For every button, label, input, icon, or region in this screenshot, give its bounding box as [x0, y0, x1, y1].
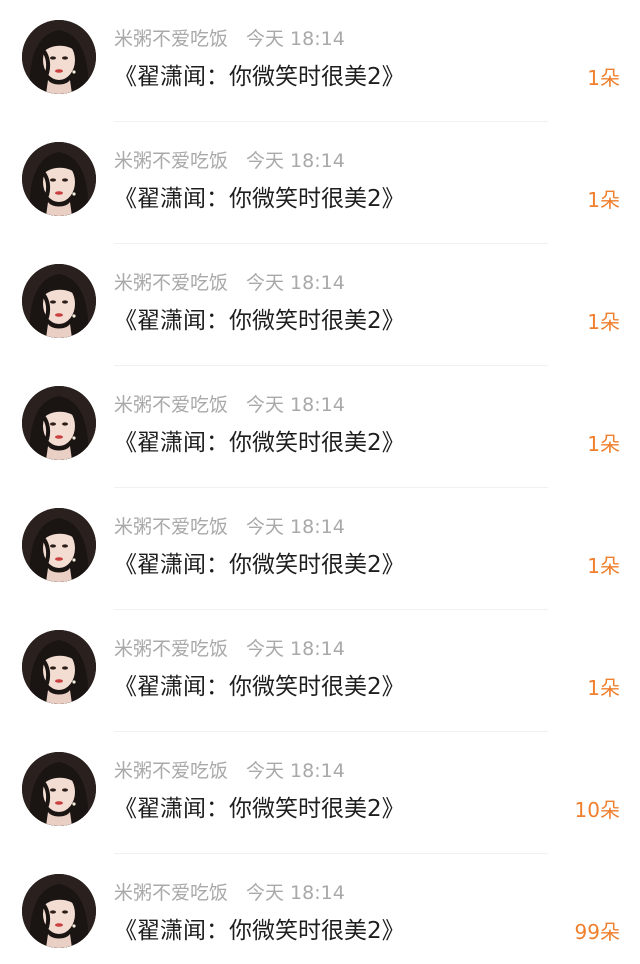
user-name[interactable]: 米粥不爱吃饭: [114, 150, 228, 172]
timestamp: 今天 18:14: [246, 150, 345, 172]
item-meta: 米粥不爱吃饭 今天 18:14: [114, 271, 345, 295]
flower-count: 1朵: [587, 66, 620, 90]
flower-count: 1朵: [587, 188, 620, 212]
list-item[interactable]: 米粥不爱吃饭 今天 18:14 《翟潇闻：你微笑时很美2》 99朵: [0, 854, 640, 964]
item-title[interactable]: 《翟潇闻：你微笑时很美2》: [114, 304, 405, 338]
avatar-image: [22, 20, 96, 94]
list-item[interactable]: 米粥不爱吃饭 今天 18:14 《翟潇闻：你微笑时很美2》 1朵: [0, 244, 640, 366]
item-title[interactable]: 《翟潇闻：你微笑时很美2》: [114, 792, 405, 826]
item-meta: 米粥不爱吃饭 今天 18:14: [114, 149, 345, 173]
item-title[interactable]: 《翟潇闻：你微笑时很美2》: [114, 60, 405, 94]
timestamp: 今天 18:14: [246, 516, 345, 538]
timestamp: 今天 18:14: [246, 394, 345, 416]
avatar-image: [22, 874, 96, 948]
user-name[interactable]: 米粥不爱吃饭: [114, 882, 228, 904]
avatar[interactable]: [22, 386, 96, 460]
list-item[interactable]: 米粥不爱吃饭 今天 18:14 《翟潇闻：你微笑时很美2》 1朵: [0, 366, 640, 488]
item-meta: 米粥不爱吃饭 今天 18:14: [114, 393, 345, 417]
avatar-image: [22, 630, 96, 704]
flower-count: 1朵: [587, 432, 620, 456]
timestamp: 今天 18:14: [246, 882, 345, 904]
avatar[interactable]: [22, 20, 96, 94]
user-name[interactable]: 米粥不爱吃饭: [114, 394, 228, 416]
avatar[interactable]: [22, 874, 96, 948]
user-name[interactable]: 米粥不爱吃饭: [114, 516, 228, 538]
item-title[interactable]: 《翟潇闻：你微笑时很美2》: [114, 182, 405, 216]
avatar-image: [22, 508, 96, 582]
item-title[interactable]: 《翟潇闻：你微笑时很美2》: [114, 426, 405, 460]
timestamp: 今天 18:14: [246, 272, 345, 294]
item-title[interactable]: 《翟潇闻：你微笑时很美2》: [114, 914, 405, 948]
flower-count: 1朵: [587, 676, 620, 700]
item-title[interactable]: 《翟潇闻：你微笑时很美2》: [114, 670, 405, 704]
flower-count: 1朵: [587, 554, 620, 578]
item-meta: 米粥不爱吃饭 今天 18:14: [114, 515, 345, 539]
list-item[interactable]: 米粥不爱吃饭 今天 18:14 《翟潇闻：你微笑时很美2》 1朵: [0, 488, 640, 610]
avatar-image: [22, 264, 96, 338]
avatar-image: [22, 142, 96, 216]
avatar[interactable]: [22, 264, 96, 338]
user-name[interactable]: 米粥不爱吃饭: [114, 638, 228, 660]
avatar-image: [22, 386, 96, 460]
user-name[interactable]: 米粥不爱吃饭: [114, 28, 228, 50]
user-name[interactable]: 米粥不爱吃饭: [114, 760, 228, 782]
avatar[interactable]: [22, 142, 96, 216]
avatar-image: [22, 752, 96, 826]
timestamp: 今天 18:14: [246, 28, 345, 50]
avatar[interactable]: [22, 508, 96, 582]
list-item[interactable]: 米粥不爱吃饭 今天 18:14 《翟潇闻：你微笑时很美2》 1朵: [0, 122, 640, 244]
user-name[interactable]: 米粥不爱吃饭: [114, 272, 228, 294]
timestamp: 今天 18:14: [246, 638, 345, 660]
timestamp: 今天 18:14: [246, 760, 345, 782]
list-item[interactable]: 米粥不爱吃饭 今天 18:14 《翟潇闻：你微笑时很美2》 1朵: [0, 0, 640, 122]
item-meta: 米粥不爱吃饭 今天 18:14: [114, 637, 345, 661]
avatar[interactable]: [22, 752, 96, 826]
gift-list: 米粥不爱吃饭 今天 18:14 《翟潇闻：你微笑时很美2》 1朵 米粥不爱吃饭 今天…: [0, 0, 640, 964]
item-meta: 米粥不爱吃饭 今天 18:14: [114, 881, 345, 905]
flower-count: 10朵: [574, 798, 620, 822]
flower-count: 1朵: [587, 310, 620, 334]
item-meta: 米粥不爱吃饭 今天 18:14: [114, 27, 345, 51]
item-meta: 米粥不爱吃饭 今天 18:14: [114, 759, 345, 783]
avatar[interactable]: [22, 630, 96, 704]
item-title[interactable]: 《翟潇闻：你微笑时很美2》: [114, 548, 405, 582]
list-item[interactable]: 米粥不爱吃饭 今天 18:14 《翟潇闻：你微笑时很美2》 1朵: [0, 610, 640, 732]
flower-count: 99朵: [574, 920, 620, 944]
list-item[interactable]: 米粥不爱吃饭 今天 18:14 《翟潇闻：你微笑时很美2》 10朵: [0, 732, 640, 854]
